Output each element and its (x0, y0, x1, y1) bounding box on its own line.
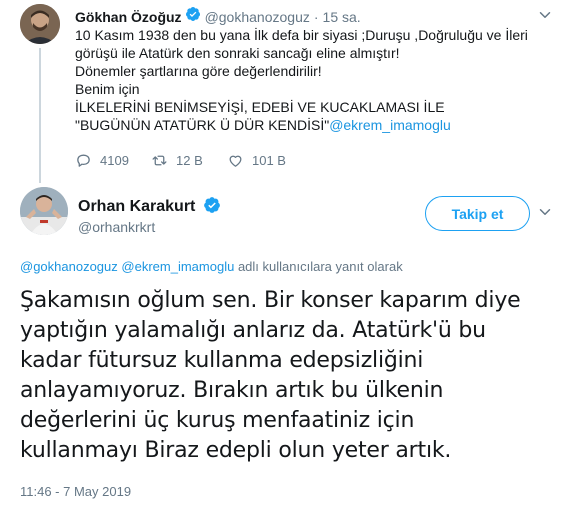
main-text-line: yaptığın yalamalığı anlarız da. Atatürk'… (20, 318, 486, 343)
parent-author-name[interactable]: Gökhan Özoğuz (75, 9, 182, 25)
parent-author-handle[interactable]: @gokhanozoguz (205, 9, 310, 25)
main-text-line: kadar fütursuz kullanma edepsizliğini (20, 348, 424, 373)
chevron-down-icon[interactable] (536, 203, 554, 221)
mention-link[interactable]: @ekrem_imamoglu (121, 259, 234, 274)
main-author-name[interactable]: Orhan Karakurt (78, 198, 195, 215)
verified-badge-icon (185, 7, 200, 21)
main-text-line: kullanmayı Biraz edepli olun yeter artık… (20, 438, 452, 463)
main-text-line: anlayamıyoruz. Bırakın artık bu ülkenin (20, 378, 444, 403)
mention-link[interactable]: @ekrem_imamoglu (329, 117, 451, 133)
follow-button[interactable]: Takip et (425, 196, 530, 231)
reply-button[interactable]: 4109 (75, 152, 151, 169)
replying-to-suffix: adlı kullanıcılara yanıt olarak (237, 259, 403, 274)
verified-badge-icon (203, 197, 220, 213)
parent-tweet-text: 10 Kasım 1938 den bu yana İlk defa bir s… (75, 26, 555, 134)
parent-text-line: 10 Kasım 1938 den bu yana İlk defa bir s… (75, 27, 528, 43)
thread-connector-line (39, 48, 41, 183)
retweet-count: 12 B (176, 153, 203, 168)
parent-header: Gökhan Özoğuz @gokhanozoguz · 15 sa. (75, 6, 361, 25)
parent-text-last-line: "BUGÜNÜN ATATÜRK Ü DÜR KENDİSİ"@ekrem_im… (75, 116, 555, 134)
main-avatar[interactable] (20, 187, 68, 235)
main-text-line: Şakamısın oğlum sen. Bir konser kaparım … (20, 288, 521, 313)
retweet-button[interactable]: 12 B (151, 152, 227, 169)
parent-text-line: Benim için (75, 81, 140, 97)
replying-to: @gokhanozoguz @ekrem_imamoglu adlı kulla… (20, 259, 403, 274)
parent-avatar[interactable] (20, 4, 60, 44)
retweet-icon (152, 155, 167, 166)
parent-timestamp[interactable]: 15 sa. (323, 9, 361, 25)
parent-tweet[interactable]: Gökhan Özoğuz @gokhanozoguz · 15 sa. 10 … (0, 0, 574, 183)
separator-dot: · (313, 9, 319, 25)
mention-link[interactable]: @gokhanozoguz (20, 259, 118, 274)
reply-icon (77, 154, 90, 167)
parent-text-line: İLKELERİNİ BENİMSEYİŞİ, EDEBİ VE KUCAKLA… (75, 99, 445, 115)
chevron-down-icon[interactable] (536, 6, 554, 24)
main-author-name-row: Orhan Karakurt (78, 196, 225, 216)
main-tweet-text: Şakamısın oğlum sen. Bir konser kaparım … (20, 286, 560, 466)
parent-text-line: görüşü ile Atatürk den sonraki sancağı e… (75, 45, 400, 61)
main-timestamp[interactable]: 11:46 - 7 May 2019 (20, 484, 131, 499)
parent-text-line: Dönemler şartlarına göre değerlendirilir… (75, 63, 322, 79)
like-count: 101 B (252, 153, 286, 168)
parent-text-quote: "BUGÜNÜN ATATÜRK Ü DÜR KENDİSİ" (75, 117, 330, 133)
like-icon (229, 155, 242, 167)
parent-action-bar: 4109 12 B 101 B (75, 152, 303, 169)
main-author-handle[interactable]: @orhankrkrt (78, 219, 155, 235)
like-button[interactable]: 101 B (227, 152, 303, 169)
main-text-line: değerlerini üç kuruş menfaatiniz için (20, 408, 415, 433)
reply-count: 4109 (100, 153, 129, 168)
